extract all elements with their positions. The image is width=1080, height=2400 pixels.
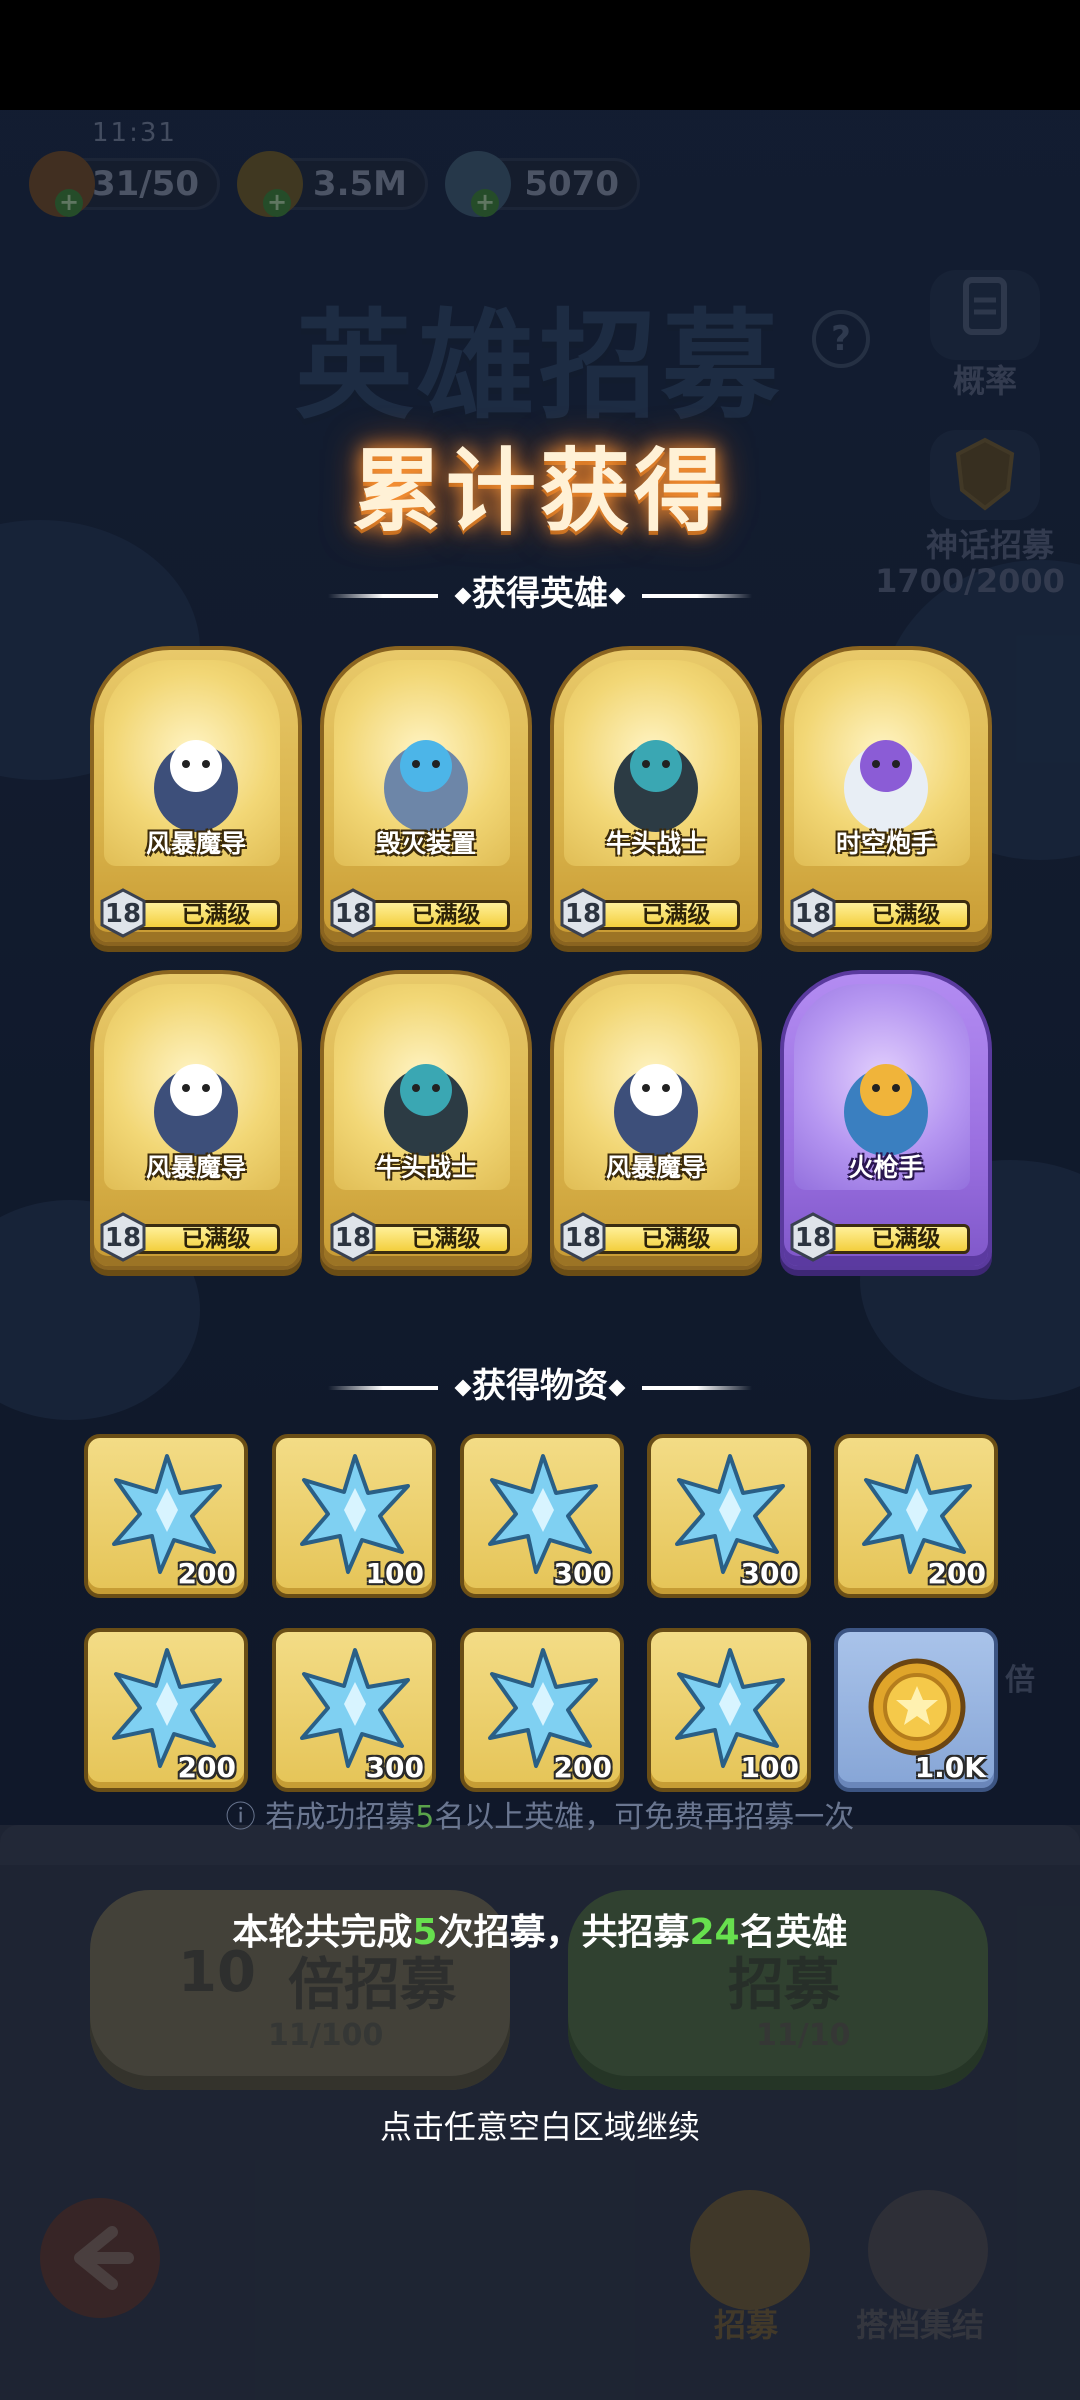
continue-hint[interactable]: 点击任意空白区域继续 [0,2102,1080,2148]
hero-card[interactable]: 牛头战士已满级 18 [320,970,532,1270]
item-card[interactable]: 1.0K [834,1628,998,1792]
item-quantity: 300 [365,1751,424,1784]
minotaur-warrior-icon [614,740,698,832]
storm-mage-icon [154,1064,238,1156]
hero-level: 18 [104,1223,142,1253]
hero-status-bar: 已满级 [594,900,740,930]
header-divider [328,1385,438,1390]
item-quantity: 100 [365,1557,424,1590]
summary-heroes: 24 [689,1912,740,1953]
header-divider [642,593,752,598]
minotaur-warrior-icon [384,1064,468,1156]
item-card[interactable]: 200 [84,1628,248,1792]
storm-mage-icon [154,740,238,832]
hero-level: 18 [334,1223,372,1253]
item-quantity: 200 [177,1557,236,1590]
diamond-icon [454,1379,472,1396]
header-divider [642,1385,752,1390]
item-card[interactable]: 200 [834,1434,998,1598]
item-quantity: 100 [740,1751,799,1784]
hero-level: 18 [564,1223,602,1253]
hero-name: 风暴魔导 [145,1153,246,1182]
heroes-header: 获得英雄 [0,566,1080,615]
diamond-icon [454,587,472,604]
hero-status-bar: 已满级 [824,900,970,930]
hero-status-bar: 已满级 [824,1224,970,1254]
item-quantity: 200 [927,1557,986,1590]
hero-card[interactable]: 火枪手已满级 18 [780,970,992,1270]
items-header-text: 获得物资 [472,1366,608,1406]
item-card[interactable]: 200 [84,1434,248,1598]
hero-status-bar: 已满级 [134,900,280,930]
heroes-header-text: 获得英雄 [472,574,608,614]
free-note-post: 名以上英雄，可免费再招募一次 [434,1800,855,1835]
item-quantity: 300 [740,1557,799,1590]
item-card[interactable]: 200 [460,1628,624,1792]
hero-status-bar: 已满级 [594,1224,740,1254]
diamond-icon [608,587,626,604]
header-divider [328,593,438,598]
hero-card[interactable]: 时空炮手已满级 18 [780,646,992,946]
hero-card[interactable]: 风暴魔导已满级 18 [90,646,302,946]
hero-status-bar: 已满级 [134,1224,280,1254]
item-card[interactable]: 300 [460,1434,624,1598]
recruit-summary: 本轮共完成5次招募，共招募24名英雄 [0,1903,1080,1955]
hero-name: 风暴魔导 [145,829,246,858]
hero-level: 18 [104,899,142,929]
item-quantity: 300 [553,1557,612,1590]
recruit-result-screen[interactable]: 11:31 + 31/50 + 3.5M + 5070 英雄招募 ? 概率 神话… [0,0,1080,2400]
hero-name: 牛头战士 [375,1153,476,1182]
spacetime-gunner-icon [844,740,928,832]
summary-post: 名英雄 [739,1912,848,1953]
summary-mid: 次招募，共招募 [437,1912,690,1953]
destroyer-robot-icon [384,740,468,832]
result-title: 累计获得 [352,439,728,544]
hero-status-bar: 已满级 [364,900,510,930]
hero-level: 18 [794,1223,832,1253]
hero-level: 18 [564,899,602,929]
hero-name: 牛头战士 [605,829,706,858]
summary-count: 5 [412,1912,438,1953]
free-note-num: 5 [415,1800,435,1835]
item-card[interactable]: 300 [272,1628,436,1792]
hero-level: 18 [334,899,372,929]
hero-card[interactable]: 牛头战士已满级 18 [550,646,762,946]
item-quantity: 200 [177,1751,236,1784]
hero-card[interactable]: 风暴魔导已满级 18 [90,970,302,1270]
free-note-pre: ⓘ 若成功招募 [225,1800,416,1835]
status-bar [0,0,1080,110]
free-recruit-note: ⓘ 若成功招募5名以上英雄，可免费再招募一次 [0,1792,1080,1836]
hero-card[interactable]: 毁灭装置已满级 18 [320,646,532,946]
hero-status-bar: 已满级 [364,1224,510,1254]
items-header: 获得物资 [0,1358,1080,1407]
musketeer-icon [844,1064,928,1156]
hero-name: 风暴魔导 [605,1153,706,1182]
hero-card[interactable]: 风暴魔导已满级 18 [550,970,762,1270]
item-quantity: 200 [553,1751,612,1784]
hero-name: 毁灭装置 [375,829,476,858]
summary-pre: 本轮共完成 [232,1912,413,1953]
item-card[interactable]: 300 [647,1434,811,1598]
storm-mage-icon [614,1064,698,1156]
diamond-icon [608,1379,626,1396]
item-card[interactable]: 100 [647,1628,811,1792]
hero-level: 18 [794,899,832,929]
hero-name: 火枪手 [848,1153,924,1182]
item-card[interactable]: 100 [272,1434,436,1598]
item-quantity: 1.0K [914,1751,986,1784]
hero-name: 时空炮手 [835,829,936,858]
